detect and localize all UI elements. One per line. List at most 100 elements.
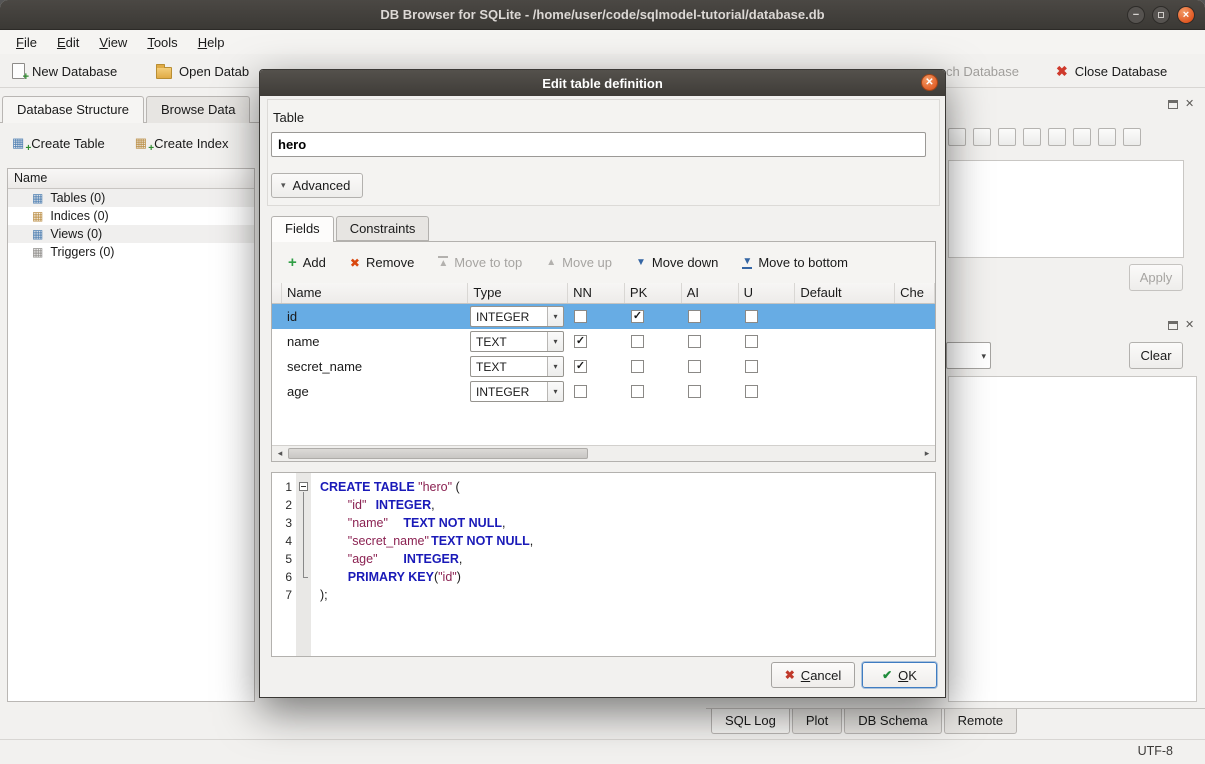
ok-button[interactable]: ✔ OK	[862, 662, 937, 688]
cell-editor-toolbar-icon[interactable]	[948, 128, 966, 146]
menubar: FileEditViewToolsHelp	[0, 30, 1205, 54]
horizontal-scrollbar[interactable]: ◂ ▸	[272, 445, 935, 461]
fold-collapse-icon[interactable]	[299, 482, 308, 491]
close-dock-icon[interactable]: ✕	[1185, 99, 1194, 110]
tree-item-views[interactable]: ▦Views (0)	[8, 225, 254, 243]
checkbox-pk[interactable]	[631, 385, 644, 398]
clear-button[interactable]: Clear	[1129, 342, 1183, 369]
field-type-combobox[interactable]: INTEGER▾	[470, 381, 564, 402]
dialog-tab-constraints[interactable]: Constraints	[336, 216, 430, 241]
cell-editor-toolbar-icon[interactable]	[1123, 128, 1141, 146]
add-button[interactable]: +Add	[280, 251, 334, 274]
column-header-ai[interactable]: AI	[682, 283, 739, 303]
cell-editor-area[interactable]	[948, 160, 1184, 258]
scroll-right-icon[interactable]: ▸	[919, 448, 935, 459]
dialog-titlebar[interactable]: Edit table definition ✕	[260, 70, 945, 96]
menu-tools[interactable]: Tools	[137, 32, 187, 53]
checkbox-pk[interactable]	[631, 335, 644, 348]
fold-guide-end	[303, 577, 308, 578]
cell-editor-toolbar-icon[interactable]	[998, 128, 1016, 146]
cell-editor-toolbar-icon[interactable]	[1073, 128, 1091, 146]
minimize-button[interactable]: −	[1127, 6, 1145, 24]
move-to-bottom-button[interactable]: ▼Move to bottom	[734, 251, 856, 274]
column-header-name[interactable]: Name	[282, 283, 468, 303]
sql-log-area[interactable]	[948, 376, 1197, 702]
open-database-button[interactable]: Open Datab	[150, 58, 255, 84]
checkbox-u[interactable]	[745, 385, 758, 398]
bottom-tab-plot[interactable]: Plot	[792, 709, 842, 734]
checkbox-nn[interactable]: ✓	[574, 335, 587, 348]
create-index-button[interactable]: ▦+ Create Index	[129, 131, 235, 155]
dialog-close-button[interactable]: ✕	[921, 74, 938, 91]
cancel-button[interactable]: ✖ Cancel	[771, 662, 855, 688]
close-dock-icon[interactable]: ✕	[1185, 320, 1194, 331]
cancel-label: Cancel	[801, 668, 841, 683]
float-dock-icon[interactable]	[1168, 100, 1178, 109]
tree-item-tables[interactable]: ▦Tables (0)	[8, 189, 254, 207]
cell-editor-toolbar-icon[interactable]	[973, 128, 991, 146]
scroll-left-icon[interactable]: ◂	[272, 448, 288, 459]
bottom-tab-db-schema[interactable]: DB Schema	[844, 709, 941, 734]
checkbox-u[interactable]	[745, 360, 758, 373]
checkbox-ai[interactable]	[688, 310, 701, 323]
checkbox-nn[interactable]	[574, 310, 587, 323]
field-type-combobox[interactable]: TEXT▾	[470, 356, 564, 377]
bottom-tab-sql-log[interactable]: SQL Log	[711, 709, 790, 734]
checkbox-ai[interactable]	[688, 360, 701, 373]
create-table-button[interactable]: ▦+ Create Table	[6, 131, 111, 155]
field-row-id[interactable]: idINTEGER▾✓	[272, 304, 935, 329]
field-row-age[interactable]: ageINTEGER▾	[272, 379, 935, 404]
tab-browse-data[interactable]: Browse Data	[146, 96, 250, 123]
checkbox-nn[interactable]	[574, 385, 587, 398]
fields-grid-body: idINTEGER▾✓nameTEXT▾✓secret_nameTEXT▾✓ag…	[272, 304, 935, 404]
column-header-che[interactable]: Che	[895, 283, 935, 303]
float-dock-icon[interactable]	[1168, 321, 1178, 330]
tab-database-structure[interactable]: Database Structure	[2, 96, 144, 123]
cell-editor-toolbar-icon[interactable]	[1023, 128, 1041, 146]
cell-editor-toolbar-icon[interactable]	[1098, 128, 1116, 146]
column-header-nn[interactable]: NN	[568, 283, 625, 303]
checkbox-ai[interactable]	[688, 385, 701, 398]
menu-file[interactable]: File	[6, 32, 47, 53]
close-database-button[interactable]: ✖ Close Database	[1050, 58, 1173, 84]
advanced-toggle-button[interactable]: ▾ Advanced	[271, 173, 363, 198]
column-header-default[interactable]: Default	[795, 283, 895, 303]
window-titlebar[interactable]: DB Browser for SQLite - /home/user/code/…	[0, 0, 1205, 30]
menu-help[interactable]: Help	[188, 32, 235, 53]
field-type-combobox[interactable]: TEXT▾	[470, 331, 564, 352]
table-name-input[interactable]	[271, 132, 926, 157]
checkbox-u[interactable]	[745, 335, 758, 348]
field-row-name[interactable]: nameTEXT▾✓	[272, 329, 935, 354]
sql-preview[interactable]: 1234567 CREATE TABLE "hero" ( "id" INTEG…	[271, 472, 936, 657]
column-header-u[interactable]: U	[739, 283, 796, 303]
field-type-combobox[interactable]: INTEGER▾	[470, 306, 564, 327]
tree-column-header-name[interactable]: Name	[8, 169, 254, 189]
new-database-button[interactable]: + New Database	[6, 58, 123, 84]
cell-editor-toolbar-icon[interactable]	[1048, 128, 1066, 146]
bottom-tab-remote[interactable]: Remote	[944, 709, 1018, 734]
remove-button[interactable]: ✖Remove	[342, 251, 422, 274]
move-down-button[interactable]: ▼Move down	[628, 251, 726, 274]
checkbox-ai[interactable]	[688, 335, 701, 348]
column-header-type[interactable]: Type	[468, 283, 568, 303]
move-to-top-button: ▲Move to top	[430, 251, 530, 274]
checkbox-pk[interactable]	[631, 360, 644, 373]
scrollbar-thumb[interactable]	[288, 448, 588, 459]
line-number: 1	[272, 478, 296, 496]
checkbox-nn[interactable]: ✓	[574, 360, 587, 373]
menu-view[interactable]: View	[89, 32, 137, 53]
close-database-label: Close Database	[1075, 64, 1168, 79]
search-database-button: ch Database	[940, 58, 1025, 84]
field-row-secret_name[interactable]: secret_nameTEXT▾✓	[272, 354, 935, 379]
menu-edit[interactable]: Edit	[47, 32, 89, 53]
table-label: Table	[273, 110, 304, 125]
close-window-button[interactable]: ×	[1177, 6, 1195, 24]
log-filter-combobox[interactable]: ▾	[946, 342, 991, 369]
column-header-pk[interactable]: PK	[625, 283, 682, 303]
maximize-button[interactable]	[1152, 6, 1170, 24]
checkbox-pk[interactable]: ✓	[631, 310, 644, 323]
tree-item-indices[interactable]: ▦Indices (0)	[8, 207, 254, 225]
tree-item-triggers[interactable]: ▦Triggers (0)	[8, 243, 254, 261]
dialog-tab-fields[interactable]: Fields	[271, 216, 334, 242]
checkbox-u[interactable]	[745, 310, 758, 323]
